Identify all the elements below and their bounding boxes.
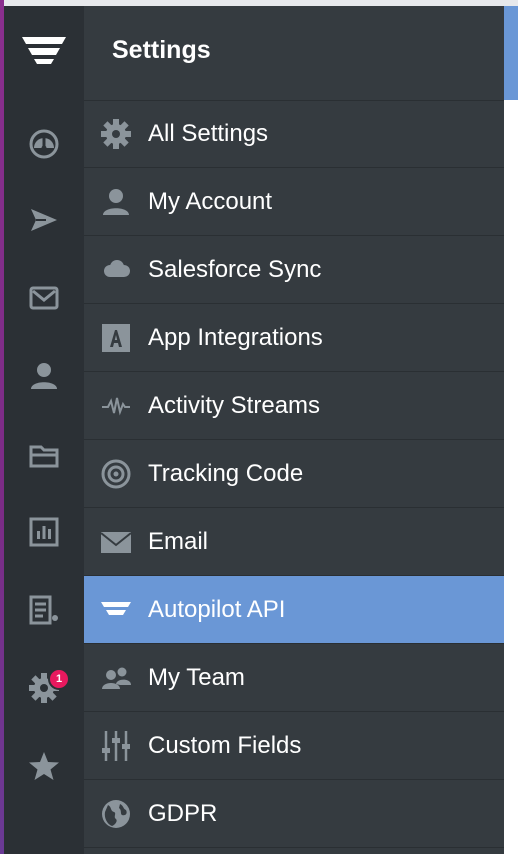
panel-title: Settings [112,36,211,64]
content-header-edge [504,6,518,100]
content-area-edge [504,6,518,854]
menu-item-email[interactable]: Email [84,508,504,576]
menu-item-label: Autopilot API [148,596,286,623]
rail-contacts[interactable] [4,340,84,412]
icon-rail: 1 [4,6,84,854]
cloud-icon [98,252,134,288]
list-doc-icon [29,595,58,625]
rail-reports[interactable] [4,496,84,568]
dashboard-gauge-icon [29,129,59,159]
team-icon [98,660,134,696]
pulse-icon [98,388,134,424]
gear-icon [98,116,134,152]
envelope-icon [98,524,134,560]
menu-item-my-account[interactable]: My Account [84,168,504,236]
menu-item-app-integrations[interactable]: App Integrations [84,304,504,372]
menu-item-salesforce-sync[interactable]: Salesforce Sync [84,236,504,304]
globe-icon [98,796,134,832]
menu-item-label: Custom Fields [148,732,302,759]
menu-item-label: App Integrations [148,324,323,351]
menu-item-all-settings[interactable]: All Settings [84,100,504,168]
app-a-icon [98,320,134,356]
menu-item-label: GDPR [148,800,218,827]
menu-item-tracking-code[interactable]: Tracking Code [84,440,504,508]
settings-panel: Settings All Settings My Account Salesfo… [84,6,504,854]
rail-folders[interactable] [4,420,84,492]
autopilot-logo-icon[interactable] [4,6,84,94]
menu-item-my-team[interactable]: My Team [84,644,504,712]
menu-item-activity-streams[interactable]: Activity Streams [84,372,504,440]
rail-journeys[interactable] [4,184,84,256]
menu-item-label: Tracking Code [148,460,304,487]
star-icon [29,752,59,780]
rail-favorites[interactable] [4,730,84,802]
menu-item-label: Salesforce Sync [148,256,322,283]
mail-icon [29,286,59,310]
menu-item-label: All Settings [148,120,269,147]
menu-item-label: Email [148,528,209,555]
report-chart-icon [29,517,59,547]
menu-item-autopilot-api[interactable]: Autopilot API [84,576,504,644]
notification-badge: 1 [48,668,70,690]
autopilot-logo-icon [98,592,134,628]
person-icon [31,363,57,389]
rail-settings[interactable]: 1 [4,652,84,724]
send-paper-plane-icon [31,209,57,231]
rail-lists[interactable] [4,574,84,646]
folder-icon [29,445,59,468]
sliders-icon [98,728,134,764]
panel-header: Settings [84,6,504,101]
rail-dashboard[interactable] [4,108,84,180]
menu-item-gdpr[interactable]: GDPR [84,780,504,848]
rail-mail[interactable] [4,262,84,334]
menu-item-label: My Team [148,664,245,691]
target-icon [98,456,134,492]
person-icon [98,184,134,220]
menu-item-label: Activity Streams [148,392,321,419]
menu-item-label: My Account [148,188,273,215]
menu-item-custom-fields[interactable]: Custom Fields [84,712,504,780]
